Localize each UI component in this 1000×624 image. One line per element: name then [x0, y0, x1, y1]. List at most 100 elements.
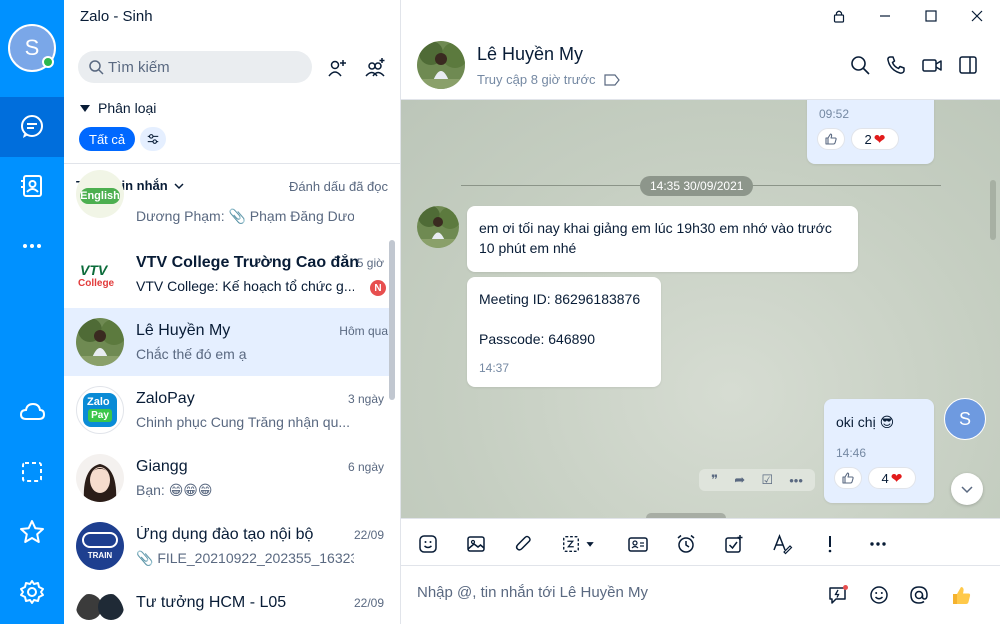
english-avatar: English — [76, 170, 124, 218]
pay-logo-text: Pay — [88, 409, 112, 422]
conversation-item-vtv-college[interactable]: VTV College VTV College Trường Cao đẳng.… — [64, 240, 392, 308]
user-avatar-initial: S — [24, 35, 40, 60]
close-button[interactable] — [954, 0, 1000, 32]
message-bubble-outgoing[interactable]: 09:52 2 ❤ — [807, 100, 934, 164]
paperclip-icon — [515, 535, 531, 551]
sender-avatar[interactable] — [417, 206, 459, 248]
conversation-name: VTV College Trường Cao đẳng... — [136, 254, 358, 271]
message-bubble-incoming[interactable]: Meeting ID: 86296183876 Passcode: 646890… — [467, 277, 661, 387]
maximize-button[interactable] — [908, 0, 954, 32]
text-format-icon — [773, 533, 793, 555]
rail-item-settings[interactable] — [0, 562, 64, 622]
my-avatar[interactable]: S — [944, 398, 986, 440]
conversation-item-zalopay[interactable]: Zalo Pay ZaloPay 3 ngày Chinh phục Cung … — [64, 376, 392, 444]
message-input[interactable] — [417, 584, 817, 601]
filter-sliders-icon — [147, 134, 159, 144]
minimize-icon — [880, 15, 890, 17]
conversation-name: Ứng dụng đào tạo nội bộ — [136, 526, 314, 543]
minimize-button[interactable] — [862, 0, 908, 32]
giangg-avatar — [76, 454, 124, 502]
contact-avatar[interactable] — [417, 41, 465, 89]
reaction-count[interactable]: 4 ❤ — [868, 467, 916, 489]
message-text: oki chị 😎 — [836, 414, 895, 430]
add-friend-button[interactable] — [324, 55, 350, 81]
date-separator: 14:35 30/09/2021 — [640, 176, 754, 196]
sticker-button[interactable] — [415, 531, 441, 557]
mention-button[interactable] — [906, 582, 932, 608]
window-controls — [401, 0, 1000, 32]
rail-item-messages[interactable] — [0, 97, 64, 157]
reaction-count[interactable]: 2 ❤ — [851, 128, 899, 150]
classify-label: Phân loại — [98, 100, 157, 116]
video-call-button[interactable] — [919, 52, 945, 78]
exclamation-icon — [828, 536, 832, 553]
user-avatar[interactable]: S — [8, 24, 56, 72]
contact-card-button[interactable] — [625, 531, 651, 557]
image-button[interactable] — [463, 531, 489, 557]
task-checkbox-icon — [725, 535, 743, 553]
emoji-button[interactable] — [866, 582, 892, 608]
rail-item-favorites[interactable] — [0, 502, 64, 562]
voice-call-button[interactable] — [883, 52, 909, 78]
group-avatar — [76, 590, 124, 624]
quick-message-icon — [829, 585, 848, 604]
screenshot-button[interactable] — [559, 531, 603, 557]
create-group-button[interactable] — [362, 55, 388, 81]
close-icon — [971, 10, 983, 22]
chat-icon — [21, 115, 43, 138]
forward-icon[interactable]: ➦ — [734, 472, 745, 488]
rail-item-screenshot[interactable] — [0, 442, 64, 502]
filter-all-chip[interactable]: Tất cả — [79, 127, 136, 151]
search-box[interactable] — [78, 51, 312, 83]
assign-task-button[interactable] — [721, 531, 747, 557]
phone-icon — [887, 56, 905, 74]
sticker-icon — [419, 535, 437, 553]
rail-item-cloud[interactable] — [0, 382, 64, 442]
conversation-item-training-app[interactable]: TRAIN Ứng dụng đào tạo nội bộ 22/09 📎 FI… — [64, 512, 392, 580]
rail-item-more[interactable] — [0, 216, 64, 276]
attach-file-button[interactable] — [511, 531, 537, 557]
last-active-text: Truy cập 8 giờ trước — [477, 72, 596, 87]
search-in-chat-button[interactable] — [847, 52, 873, 78]
filter-settings-button[interactable] — [140, 127, 166, 151]
scroll-to-bottom-button[interactable] — [951, 473, 983, 505]
video-camera-icon — [922, 59, 942, 72]
quick-message-button[interactable] — [825, 582, 851, 608]
conversation-item-tu-tuong-hcm[interactable]: Tư tưởng HCM - L05 22/09 — [64, 580, 392, 624]
star-icon — [20, 520, 44, 543]
react-button[interactable] — [817, 128, 845, 150]
screenshot-icon — [22, 462, 42, 482]
emoji-icon — [870, 586, 888, 604]
conversation-item-giangg[interactable]: Giangg 6 ngày Bạn: 😁😁😁 — [64, 444, 392, 512]
more-icon — [23, 244, 41, 248]
classify-dropdown[interactable]: Phân loại — [80, 100, 156, 116]
group-member-avatar — [98, 594, 124, 620]
list-scrollbar[interactable] — [389, 240, 395, 400]
message-area[interactable]: 09:52 2 ❤ 14:35 30/09/2021 em ơi tối nay … — [401, 100, 1000, 518]
search-input[interactable] — [108, 58, 288, 76]
rail-item-contacts[interactable] — [0, 156, 64, 216]
react-button[interactable] — [834, 467, 862, 489]
text-format-button[interactable] — [769, 531, 795, 557]
reminder-button[interactable] — [673, 531, 699, 557]
lock-button[interactable] — [816, 0, 862, 32]
toggle-info-panel-button[interactable] — [955, 52, 981, 78]
mark-important-button[interactable] — [817, 531, 843, 557]
heart-icon: ❤ — [890, 469, 903, 486]
add-group-icon — [365, 58, 385, 77]
quote-icon[interactable]: ❞ — [711, 472, 718, 488]
college-logo-text: College — [78, 278, 115, 289]
message-bubble-incoming[interactable]: em ơi tối nay khai giảng em lúc 19h30 em… — [467, 206, 858, 272]
tag-icon[interactable] — [603, 73, 621, 87]
more-tools-button[interactable] — [865, 531, 891, 557]
contacts-icon — [21, 175, 42, 197]
alarm-clock-icon — [677, 534, 695, 553]
conversation-item-le-huyen-my[interactable]: Lê Huyền My Hôm qua Chắc thế đó em ạ — [64, 308, 392, 376]
send-like-button[interactable] — [948, 582, 974, 608]
message-time: 14:46 — [836, 446, 867, 460]
message-bubble-outgoing[interactable]: oki chị 😎 14:46 4 ❤ — [824, 399, 934, 503]
todo-icon[interactable]: ☑ — [761, 472, 773, 488]
chat-scrollbar[interactable] — [990, 180, 996, 240]
more-options-icon[interactable]: ••• — [789, 473, 803, 488]
conversation-time: Hôm qua — [339, 324, 388, 338]
